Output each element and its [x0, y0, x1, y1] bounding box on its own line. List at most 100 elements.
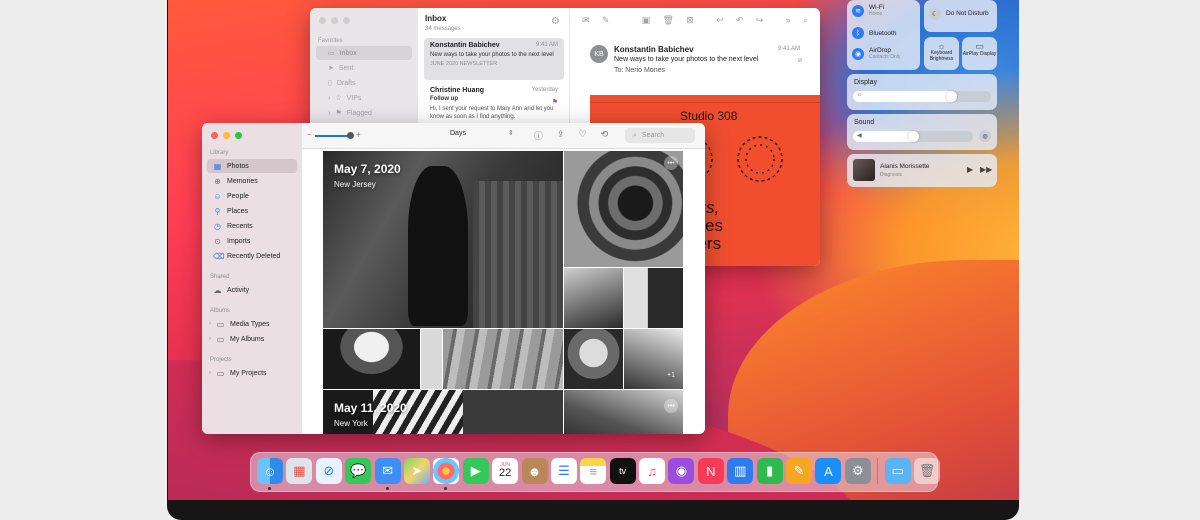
airplay-tile[interactable]: ▭ AirPlay Display	[962, 37, 997, 70]
message-item[interactable]: Christine Huang Yesterday Follow up Hi, I…	[424, 83, 564, 128]
downloads-folder-icon[interactable]: ▭	[884, 458, 911, 484]
photo-thumb[interactable]	[443, 329, 563, 389]
mail-icon[interactable]: ✉	[374, 458, 401, 490]
messages-icon[interactable]: 💬	[345, 458, 372, 484]
keyboard-brightness-tile[interactable]: ☼ Keyboard Brightness	[924, 37, 959, 70]
display-slider[interactable]: ☼	[853, 91, 991, 102]
sidebar-item-my-projects[interactable]: › ▭ My Projects	[207, 366, 297, 380]
rotate-icon[interactable]: ⟲	[601, 129, 609, 142]
chevron-right-icon[interactable]: ›	[209, 336, 211, 342]
sidebar-item-recents[interactable]: ◷ Recents	[207, 219, 297, 233]
reply-icon[interactable]: ↩	[716, 15, 724, 26]
calendar-icon[interactable]: JUN 22	[492, 458, 519, 484]
sound-slider[interactable]: ◀	[853, 131, 973, 142]
launchpad-icon[interactable]: ▦	[286, 458, 313, 484]
album-art	[853, 159, 875, 181]
minimize-button[interactable]	[223, 132, 230, 139]
close-button[interactable]	[319, 17, 326, 24]
facetime-icon[interactable]: ▶	[462, 458, 489, 484]
maps-icon[interactable]: ➤	[403, 458, 430, 484]
sidebar-item-people[interactable]: ☺ People	[207, 189, 297, 203]
sidebar-item-recently-deleted[interactable]: ⌫ Recently Deleted	[207, 249, 297, 263]
memories-icon: ⊕	[214, 176, 221, 186]
zoom-button[interactable]	[343, 17, 350, 24]
numbers-icon[interactable]: ▮	[756, 458, 783, 484]
mail-toolbar: ✉ ✎ ▣ 🗑 ⊠ ↩ ↶ ↪ » ⌕	[582, 15, 808, 26]
bluetooth-toggle[interactable]: ᛒ Bluetooth	[852, 27, 896, 39]
envelope-icon[interactable]: ✉	[582, 15, 590, 26]
zoom-button[interactable]	[235, 132, 242, 139]
trash-icon[interactable]: 🗑	[663, 15, 674, 26]
system-preferences-icon[interactable]: ⚙	[844, 458, 871, 484]
photo-thumb[interactable]	[564, 268, 623, 328]
app-store-icon[interactable]: A	[815, 458, 842, 484]
photo-thumb[interactable]	[624, 268, 683, 328]
safari-icon[interactable]: ⊘	[315, 458, 342, 484]
view-select[interactable]: Days ⇕	[450, 129, 514, 137]
close-button[interactable]	[211, 132, 218, 139]
photo-street[interactable]: May 11, 2020 New York	[323, 390, 563, 434]
message-item[interactable]: Konstantin Babichev 9:41 AM New ways to t…	[424, 38, 564, 80]
sidebar-item-media-types[interactable]: › ▭ Media Types	[207, 317, 297, 331]
photos-icon[interactable]	[433, 458, 460, 490]
forward-icon[interactable]: ↪	[756, 15, 764, 26]
photo-thumb[interactable]	[564, 329, 623, 389]
music-icon[interactable]: ♫	[639, 458, 666, 484]
search-input[interactable]: ⌕ Search	[625, 128, 695, 143]
zoom-in-icon[interactable]: +	[356, 130, 361, 139]
podcasts-icon[interactable]: ◉	[668, 458, 695, 484]
info-icon[interactable]: ⓘ	[534, 129, 543, 142]
chevron-right-icon[interactable]: ›	[209, 321, 211, 327]
photo-arches[interactable]: •••	[564, 151, 683, 267]
reply-all-icon[interactable]: ↶	[736, 15, 744, 26]
mailbox-vips[interactable]: › ☆ VIPs	[316, 91, 412, 105]
tv-icon[interactable]: tv	[609, 458, 636, 484]
photo-thumb[interactable]	[323, 329, 420, 389]
mailbox-inbox[interactable]: ▭ Inbox	[316, 46, 412, 60]
sidebar-item-memories[interactable]: ⊕ Memories	[207, 174, 297, 188]
filter-icon[interactable]: ⚙	[551, 16, 560, 27]
sidebar-item-photos[interactable]: ▦ Photos	[207, 159, 297, 173]
share-icon[interactable]: ⇪	[557, 129, 565, 142]
play-icon[interactable]: ▶	[967, 165, 973, 174]
audio-output-icon[interactable]: ◎	[979, 130, 991, 142]
finder-icon[interactable]: ☺	[257, 458, 283, 490]
more-icon[interactable]: •••	[664, 399, 678, 413]
photo-thumb[interactable]	[421, 329, 442, 389]
junk-icon[interactable]: ⊠	[686, 15, 694, 26]
photos-toolbar: − + Days ⇕ ⓘ ⇪ ♡ ⟲ ⌕ Search	[302, 123, 705, 149]
reminders-icon[interactable]: ☰	[550, 458, 577, 484]
heart-icon[interactable]: ♡	[579, 129, 587, 142]
more-icon[interactable]: •••	[664, 156, 678, 170]
contacts-icon[interactable]: ☻	[521, 458, 548, 484]
notes-icon[interactable]: ≡	[580, 458, 607, 484]
news-icon[interactable]: N	[697, 458, 724, 484]
trash-icon[interactable]: 🗑	[913, 458, 940, 484]
pages-icon[interactable]: ✎	[786, 458, 813, 484]
sidebar-item-imports[interactable]: ⊙ Imports	[207, 234, 297, 248]
zoom-slider[interactable]	[315, 132, 354, 139]
wifi-toggle[interactable]: ≋ Wi-Fi Home	[852, 4, 884, 17]
chevron-right-icon[interactable]: ›	[209, 370, 211, 376]
sidebar-item-places[interactable]: ⚲ Places	[207, 204, 297, 218]
sidebar-item-my-albums[interactable]: › ▭ My Albums	[207, 332, 297, 346]
fast-forward-icon[interactable]: ▶▶	[980, 165, 992, 174]
photo-portrait[interactable]: May 7, 2020 New Jersey	[323, 151, 563, 328]
compose-icon[interactable]: ✎	[602, 15, 610, 26]
mailbox-drafts[interactable]: ▯ Drafts	[316, 76, 412, 90]
mailbox-sent[interactable]: ➤ Sent	[316, 61, 412, 75]
avatar: KB	[590, 45, 608, 63]
zoom-out-icon[interactable]: −	[307, 130, 312, 139]
photo-thumb[interactable]: •••	[564, 390, 683, 434]
minimize-button[interactable]	[331, 17, 338, 24]
more-icon[interactable]: »	[786, 15, 791, 26]
dnd-tile[interactable]: ☾ Do Not Disturb	[924, 0, 997, 32]
keynote-icon[interactable]: ▥	[727, 458, 754, 484]
sidebar-item-activity[interactable]: ☁ Activity	[207, 283, 297, 297]
airdrop-toggle[interactable]: ◉ AirDrop Contacts Only	[852, 47, 900, 60]
people-icon: ☺	[213, 191, 222, 201]
mailbox-flagged[interactable]: › ⚑ Flagged	[316, 106, 412, 120]
photo-thumb[interactable]: +1	[624, 329, 683, 389]
archive-icon[interactable]: ▣	[642, 15, 651, 26]
search-icon[interactable]: ⌕	[803, 15, 808, 26]
